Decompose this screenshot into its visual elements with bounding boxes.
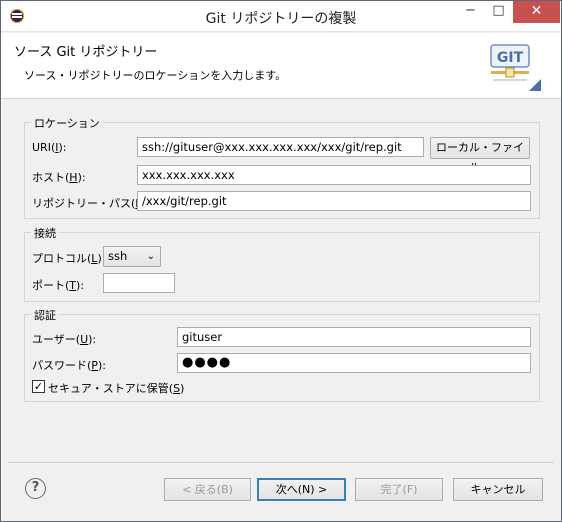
footer-separator xyxy=(8,462,554,463)
protocol-label: プロトコル(L): xyxy=(32,252,106,265)
local-file-button[interactable]: ローカル・ファイル... xyxy=(430,137,530,174)
repository-path-label: リポジトリー・パス(R): xyxy=(32,197,151,210)
host-input[interactable]: xxx.xxx.xxx.xxx xyxy=(137,165,531,185)
title-bar[interactable]: Git リポジトリーの複製 − □ ✕ xyxy=(1,1,561,32)
chevron-down-icon: ⌄ xyxy=(146,251,155,262)
secure-store-label: セキュア・ストアに保管(S) xyxy=(48,382,185,395)
finish-button[interactable]: 完了(F) xyxy=(355,478,443,501)
next-button[interactable]: 次へ(N) > xyxy=(257,478,346,501)
port-label: ポート(T): xyxy=(32,279,85,292)
protocol-select-value: ssh xyxy=(108,249,128,263)
host-label: ホスト(H): xyxy=(32,171,86,184)
connection-group-label: 接続 xyxy=(31,225,59,241)
help-icon[interactable]: ? xyxy=(25,478,46,499)
wizard-header: ソース Git リポジトリー ソース・リポジトリーのロケーションを入力します。 … xyxy=(1,33,561,99)
user-label: ユーザー(U): xyxy=(32,333,97,346)
location-group-label: ロケーション xyxy=(31,115,103,131)
authentication-group-label: 認証 xyxy=(31,307,59,323)
page-title: ソース Git リポジトリー xyxy=(14,45,158,60)
user-input[interactable]: gituser xyxy=(177,327,531,347)
minimize-button[interactable]: − xyxy=(455,1,486,23)
close-button[interactable]: ✕ xyxy=(513,1,560,23)
connection-group: 接続 xyxy=(24,225,540,302)
protocol-select[interactable]: ssh ⌄ xyxy=(103,246,161,267)
uri-input[interactable]: ssh://gituser@xxx.xxx.xxx.xxx/xxx/git/re… xyxy=(137,137,424,157)
repository-path-input[interactable]: /xxx/git/rep.git xyxy=(137,191,531,211)
cancel-button[interactable]: キャンセル xyxy=(453,478,543,501)
secure-store-checkbox[interactable]: ✓ xyxy=(32,380,45,393)
uri-label: URI(I): xyxy=(32,141,67,154)
back-button[interactable]: < 戻る(B) xyxy=(164,478,251,501)
password-label: パスワード(P): xyxy=(32,359,106,372)
dialog-window: Git リポジトリーの複製 − □ ✕ ソース Git リポジトリー ソース・リ… xyxy=(0,0,562,522)
logo-corner-decoration xyxy=(529,79,541,91)
password-input[interactable]: ●●●● xyxy=(177,353,531,373)
page-description: ソース・リポジトリーのロケーションを入力します。 xyxy=(24,69,287,82)
maximize-button[interactable]: □ xyxy=(483,1,514,23)
git-logo-icon: GIT xyxy=(490,44,530,81)
port-input[interactable] xyxy=(103,273,175,293)
git-logo-text: GIT xyxy=(497,50,524,66)
